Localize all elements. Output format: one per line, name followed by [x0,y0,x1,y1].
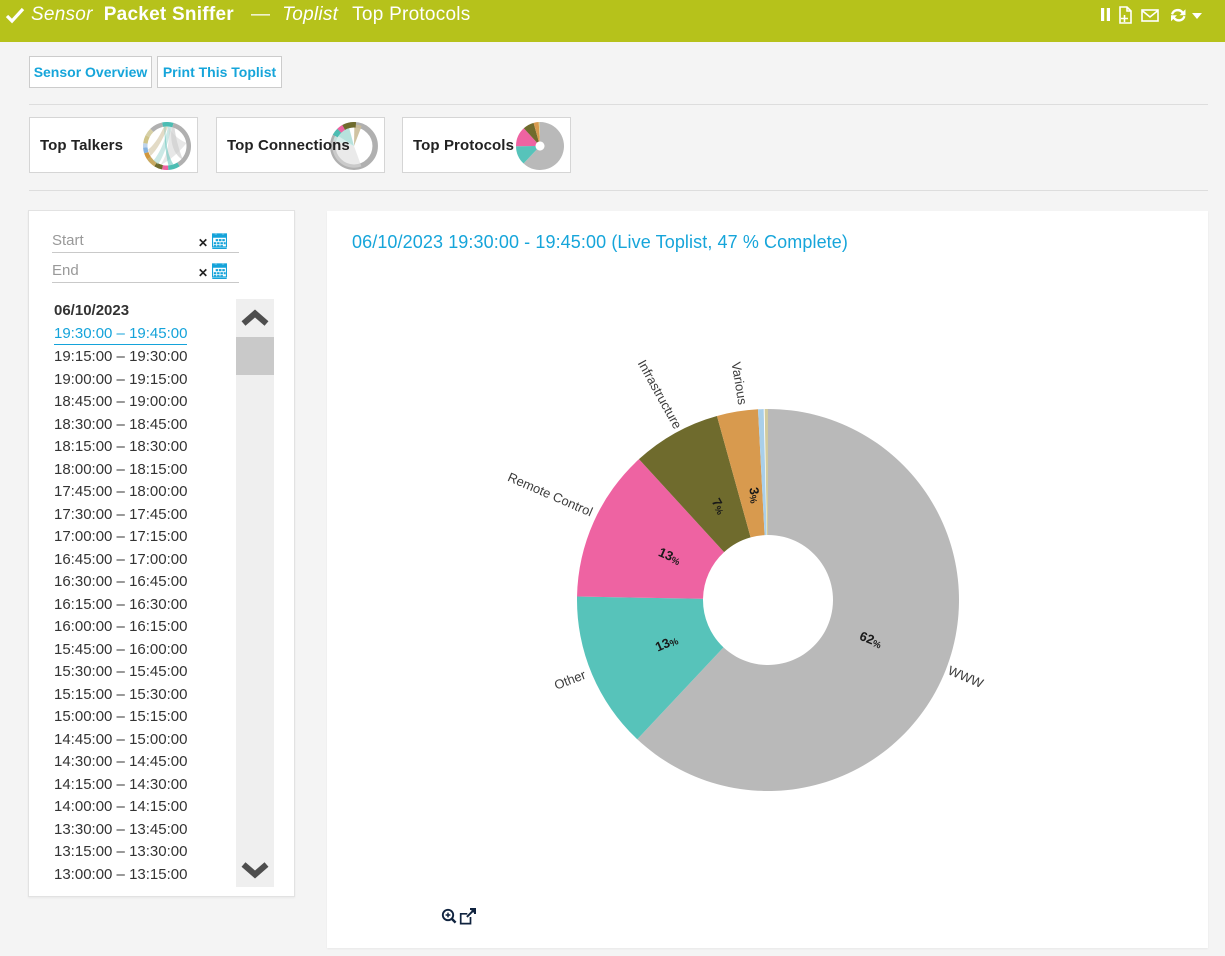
svg-text:Other: Other [552,667,588,693]
svg-text:Infrastructure: Infrastructure [635,357,685,431]
svg-text:Remote Control: Remote Control [506,469,596,519]
svg-text:Various: Various [729,361,751,406]
svg-text:WWW: WWW [946,663,986,691]
